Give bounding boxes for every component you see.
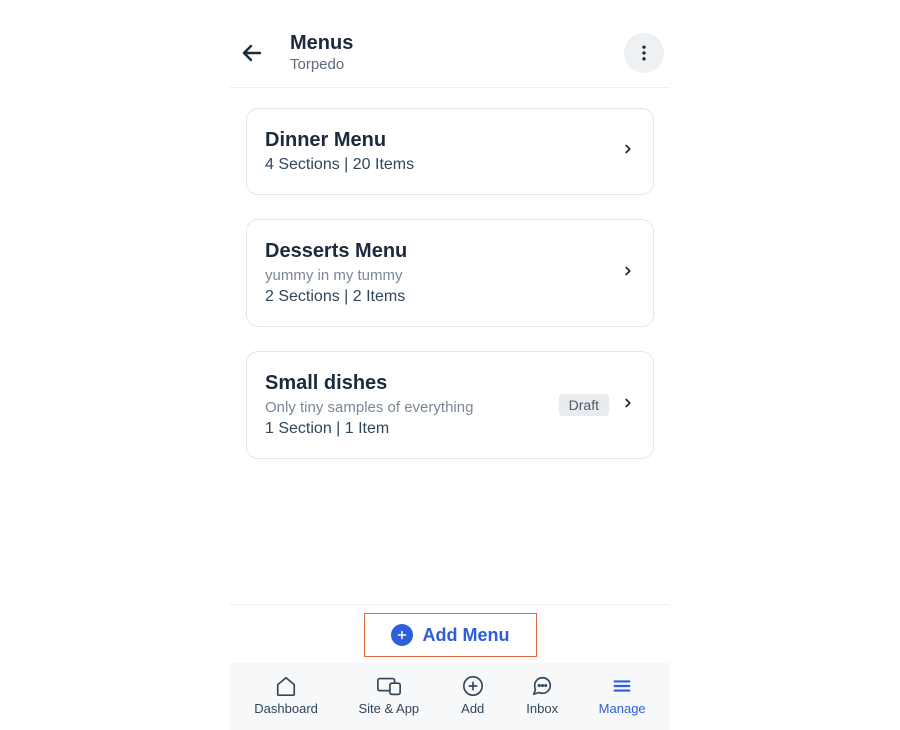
plus-circle-icon [391, 624, 413, 646]
tab-label: Dashboard [254, 701, 318, 716]
menu-icon [609, 675, 635, 697]
tab-bar: Dashboard Site & App Add Inbox [230, 663, 670, 730]
tab-label: Inbox [526, 701, 558, 716]
menu-card-title: Small dishes [265, 372, 547, 395]
menu-card-desc: yummy in my tummy [265, 267, 609, 284]
chevron-right-icon [621, 396, 635, 415]
page-subtitle: Torpedo [290, 56, 602, 73]
header: Menus Torpedo [230, 28, 670, 88]
add-menu-label: Add Menu [423, 625, 510, 646]
page-title: Menus [290, 32, 602, 54]
arrow-left-icon [240, 41, 264, 65]
chat-icon [529, 675, 555, 697]
menu-card[interactable]: Small dishes Only tiny samples of everyt… [246, 351, 654, 459]
more-button[interactable] [624, 33, 664, 73]
menu-card-meta: 1 Section | 1 Item [265, 420, 547, 438]
tab-label: Site & App [358, 701, 419, 716]
bottom-area: Add Menu Dashboard Site & App Add [230, 604, 670, 730]
chevron-right-icon [621, 264, 635, 283]
menu-card[interactable]: Desserts Menu yummy in my tummy 2 Sectio… [246, 219, 654, 327]
chevron-right-icon [621, 142, 635, 161]
back-button[interactable] [236, 37, 268, 69]
tab-inbox[interactable]: Inbox [526, 675, 558, 716]
menu-card-title: Desserts Menu [265, 240, 609, 263]
tab-manage[interactable]: Manage [599, 675, 646, 716]
menu-card[interactable]: Dinner Menu 4 Sections | 20 Items [246, 108, 654, 195]
menu-card-meta: 2 Sections | 2 Items [265, 288, 609, 306]
home-icon [273, 675, 299, 697]
tab-dashboard[interactable]: Dashboard [254, 675, 318, 716]
add-row: Add Menu [230, 604, 670, 663]
menu-card-title: Dinner Menu [265, 129, 609, 152]
tab-label: Manage [599, 701, 646, 716]
tab-site-app[interactable]: Site & App [358, 675, 419, 716]
tab-label: Add [461, 701, 484, 716]
menu-list: Dinner Menu 4 Sections | 20 Items Desser… [230, 88, 670, 459]
more-vertical-icon [634, 43, 654, 63]
menu-card-meta: 4 Sections | 20 Items [265, 156, 609, 174]
draft-badge: Draft [559, 394, 609, 416]
devices-icon [376, 675, 402, 697]
tab-add[interactable]: Add [460, 675, 486, 716]
add-menu-button[interactable]: Add Menu [364, 613, 537, 657]
plus-outline-icon [460, 675, 486, 697]
menu-card-desc: Only tiny samples of everything [265, 399, 547, 416]
header-text: Menus Torpedo [290, 32, 602, 73]
